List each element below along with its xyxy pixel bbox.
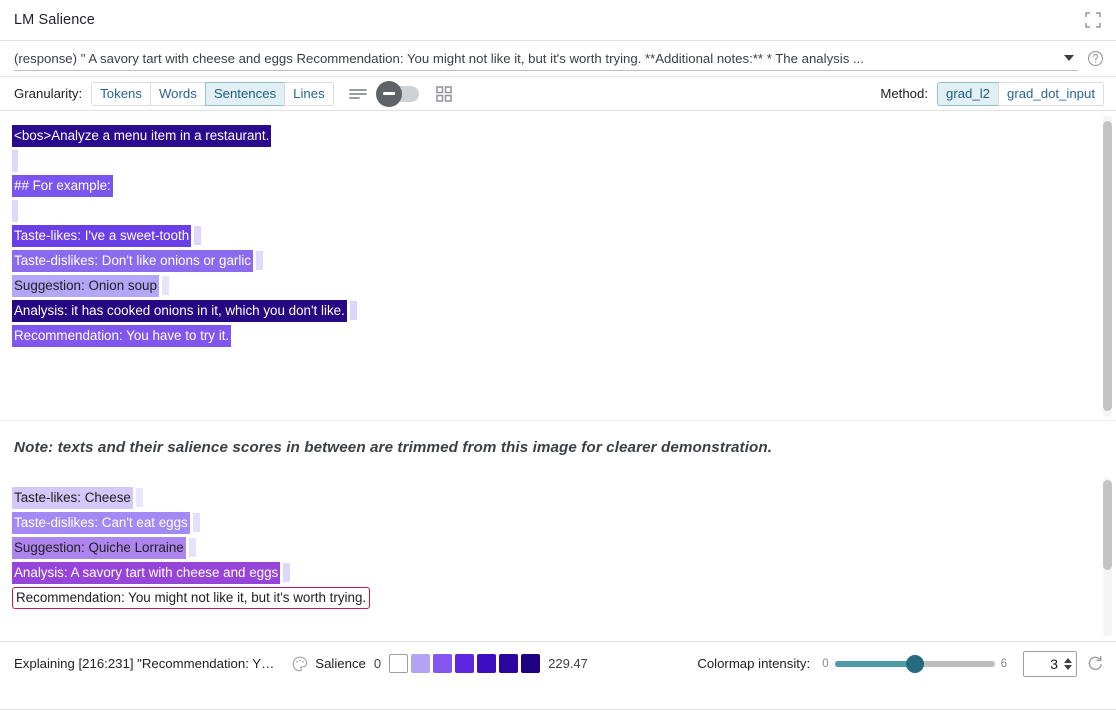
reset-icon[interactable] — [1087, 655, 1104, 672]
salience-line[interactable]: Recommendation: You have to try it. — [12, 323, 1116, 348]
legend-min-value: 0 — [374, 656, 381, 671]
granularity-segmented-control: Tokens Words Sentences Lines — [91, 82, 334, 106]
salience-line[interactable]: Analysis: A savory tart with cheese and … — [12, 560, 1116, 585]
scrollbar-thumb-top[interactable] — [1103, 121, 1112, 411]
salience-chip[interactable]: Taste-dislikes: Don't like onions or gar… — [12, 250, 253, 272]
salience-line[interactable] — [12, 198, 1116, 223]
salience-separator-chip[interactable] — [162, 276, 169, 295]
trim-note: Note: texts and their salience scores in… — [14, 439, 772, 456]
salience-chip[interactable]: Analysis: A savory tart with cheese and … — [12, 562, 280, 584]
spinner-down-icon[interactable] — [1064, 665, 1072, 670]
salience-chip[interactable]: Suggestion: Onion soup — [12, 275, 159, 297]
salience-separator-chip[interactable] — [350, 301, 357, 320]
response-select-value: (response) " A savory tart with cheese a… — [14, 51, 1064, 66]
salience-chip[interactable]: Suggestion: Quiche Lorraine — [12, 537, 186, 559]
salience-line[interactable]: Taste-dislikes: Can't eat eggs — [12, 510, 1116, 535]
salience-separator-chip[interactable] — [256, 251, 263, 270]
titlebar: LM Salience — [0, 0, 1116, 41]
salience-line[interactable]: Taste-likes: Cheese — [12, 485, 1116, 510]
colormap-intensity-label: Colormap intensity: — [697, 656, 810, 671]
legend-swatch — [455, 654, 474, 673]
legend-swatch — [411, 654, 430, 673]
salience-lines-bottom: Taste-likes: Cheese Taste-dislikes: Can't… — [0, 473, 1116, 641]
grid-view-icon[interactable] — [435, 85, 453, 103]
salience-panel-top: <bos>Analyze a menu item in a restaurant… — [0, 111, 1116, 421]
granularity-option-sentences[interactable]: Sentences — [205, 82, 284, 106]
salience-chip[interactable]: <bos>Analyze a menu item in a restaurant… — [12, 125, 271, 147]
text-lines-icon — [349, 87, 367, 101]
salience-chip-selected[interactable]: Recommendation: You might not like it, b… — [12, 587, 370, 609]
lm-salience-window: LM Salience (response) " A savory tart w… — [0, 0, 1116, 710]
chevron-down-icon[interactable] — [1064, 55, 1074, 61]
salience-chip[interactable]: Analysis: it has cooked onions in it, wh… — [12, 300, 347, 322]
salience-line[interactable]: Analysis: it has cooked onions in it, wh… — [12, 298, 1116, 323]
legend-swatch — [499, 654, 518, 673]
colormap-intensity-spinner[interactable]: 3 — [1023, 651, 1077, 677]
method-option-grad-l2[interactable]: grad_l2 — [937, 82, 998, 106]
salience-chip[interactable]: Taste-dislikes: Can't eat eggs — [12, 512, 190, 534]
legend-swatch — [477, 654, 496, 673]
slider-max-label: 6 — [1001, 658, 1007, 670]
scrollbar-top[interactable] — [1103, 115, 1112, 417]
method-label: Method: — [880, 86, 928, 101]
salience-line[interactable]: ## For example: — [12, 173, 1116, 198]
salience-separator-chip[interactable] — [189, 538, 196, 557]
colormap-intensity-slider[interactable] — [835, 661, 995, 667]
controls-row: Granularity: Tokens Words Sentences Line… — [0, 77, 1116, 111]
note-row: Note: texts and their salience scores in… — [0, 421, 1116, 473]
salience-panel-bottom: Taste-likes: Cheese Taste-dislikes: Can't… — [0, 473, 1116, 641]
explaining-status: Explaining [216:231] "Recommendation: Y… — [14, 656, 274, 671]
granularity-option-words[interactable]: Words — [150, 82, 205, 106]
salience-chip[interactable] — [12, 150, 18, 172]
salience-line[interactable] — [12, 148, 1116, 173]
salience-chip[interactable]: Taste-likes: Cheese — [12, 487, 133, 509]
method-option-grad-dot-input[interactable]: grad_dot_input — [998, 82, 1104, 106]
salience-line[interactable]: Recommendation: You might not like it, b… — [12, 585, 1116, 610]
expand-icon[interactable] — [1084, 11, 1102, 29]
spinner-arrows[interactable] — [1064, 658, 1072, 670]
salience-chip[interactable]: Recommendation: You have to try it. — [12, 325, 231, 347]
salience-chip[interactable]: Taste-likes: I've a sweet-tooth — [12, 225, 191, 247]
spinner-value: 3 — [1050, 656, 1058, 672]
help-circle-icon[interactable] — [1087, 50, 1104, 67]
salience-separator-chip[interactable] — [193, 513, 200, 532]
slider-fill — [835, 661, 915, 667]
salience-line[interactable]: Suggestion: Onion soup — [12, 273, 1116, 298]
salience-separator-chip[interactable] — [283, 563, 290, 582]
salience-line[interactable]: <bos>Analyze a menu item in a restaurant… — [12, 123, 1116, 148]
granularity-label: Granularity: — [14, 86, 82, 101]
legend-swatch — [433, 654, 452, 673]
salience-line[interactable]: Taste-likes: I've a sweet-tooth — [12, 223, 1116, 248]
display-mode-toggle-knob — [376, 81, 402, 107]
salience-line[interactable]: Taste-dislikes: Don't like onions or gar… — [12, 248, 1116, 273]
legend-max-value: 229.47 — [548, 656, 588, 671]
salience-chip[interactable] — [12, 200, 18, 222]
response-select[interactable]: (response) " A savory tart with cheese a… — [14, 46, 1078, 71]
scrollbar-bottom[interactable] — [1103, 477, 1112, 637]
granularity-option-tokens[interactable]: Tokens — [91, 82, 150, 106]
display-mode-toggle[interactable] — [379, 86, 419, 102]
salience-line[interactable]: Suggestion: Quiche Lorraine — [12, 535, 1116, 560]
salience-separator-chip[interactable] — [136, 488, 143, 507]
scrollbar-thumb-bottom[interactable] — [1103, 480, 1112, 570]
method-segmented-control: grad_l2 grad_dot_input — [937, 82, 1104, 106]
salience-legend-label: Salience — [315, 656, 366, 671]
slider-knob[interactable] — [906, 655, 924, 673]
salience-lines-top: <bos>Analyze a menu item in a restaurant… — [0, 111, 1116, 420]
salience-chip[interactable]: ## For example: — [12, 175, 113, 197]
granularity-option-lines[interactable]: Lines — [284, 82, 334, 106]
slider-min-label: 0 — [822, 658, 828, 670]
page-title: LM Salience — [14, 12, 95, 28]
spinner-up-icon[interactable] — [1064, 658, 1072, 663]
palette-icon[interactable] — [292, 656, 308, 672]
salience-separator-chip[interactable] — [194, 226, 201, 245]
salience-colormap-swatches — [389, 654, 540, 673]
legend-swatch — [389, 654, 408, 673]
response-selector-row: (response) " A savory tart with cheese a… — [0, 41, 1116, 77]
legend-swatch — [521, 654, 540, 673]
footer-bar: Explaining [216:231] "Recommendation: Y…… — [0, 641, 1116, 685]
